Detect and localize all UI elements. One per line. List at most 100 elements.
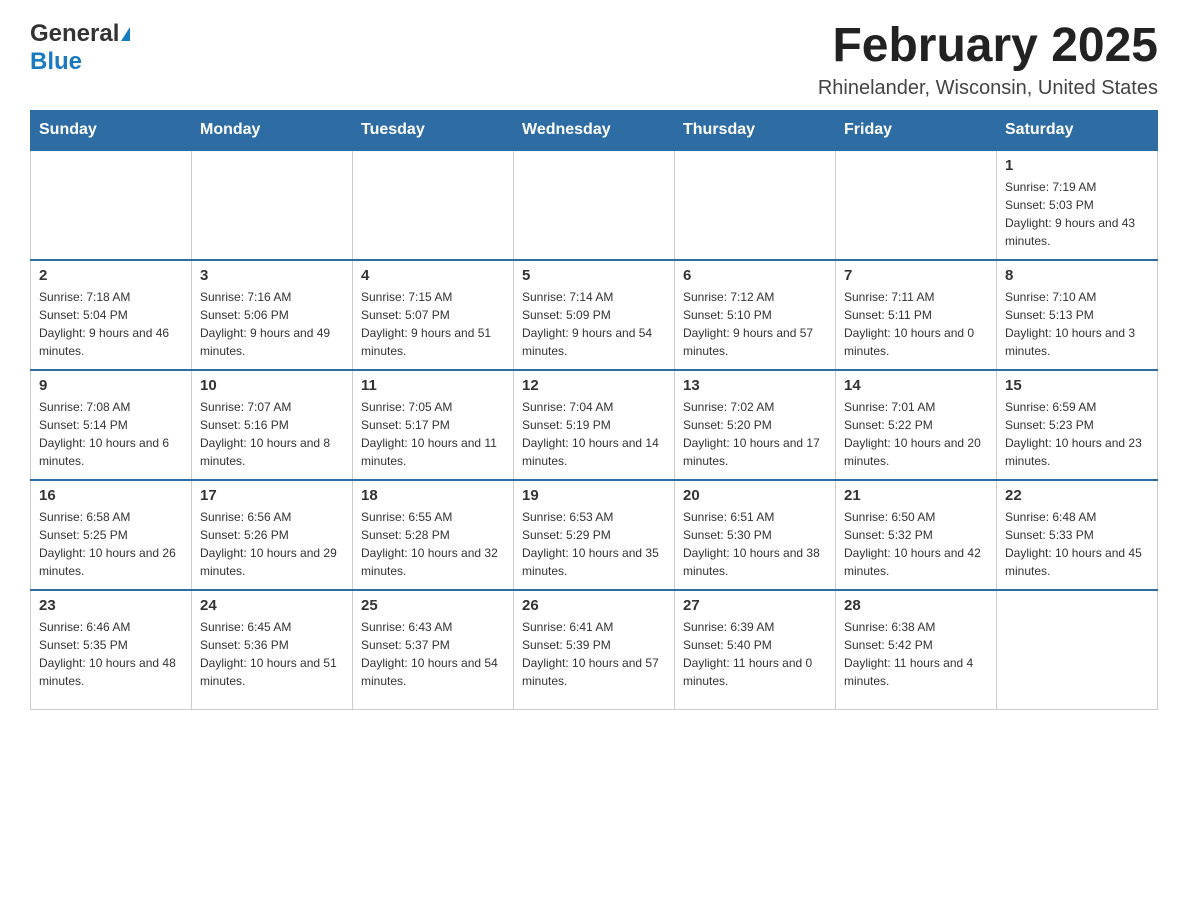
day-info: Sunrise: 6:51 AM Sunset: 5:30 PM Dayligh… [683, 508, 827, 580]
day-info: Sunrise: 6:38 AM Sunset: 5:42 PM Dayligh… [844, 618, 988, 690]
day-info: Sunrise: 7:19 AM Sunset: 5:03 PM Dayligh… [1005, 178, 1149, 250]
calendar-cell: 7Sunrise: 7:11 AM Sunset: 5:11 PM Daylig… [836, 260, 997, 370]
day-info: Sunrise: 6:48 AM Sunset: 5:33 PM Dayligh… [1005, 508, 1149, 580]
calendar-cell: 11 Sunrise: 7:05 AM Sunset: 5:17 PM Dayli… [353, 370, 514, 480]
day-number: 16 [39, 487, 183, 504]
day-info: Sunrise: 6:45 AM Sunset: 5:36 PM Dayligh… [200, 618, 344, 690]
week-row-4: 16 Sunrise: 6:58 AM Sunset: 5:25 PM Dayli… [31, 480, 1158, 590]
calendar-header-row: SundayMondayTuesdayWednesdayThursdayFrid… [31, 110, 1158, 150]
day-info: Sunrise: 7:16 AM Sunset: 5:06 PM Dayligh… [200, 288, 344, 360]
day-number: 21 [844, 487, 988, 504]
logo-triangle-icon [121, 27, 130, 41]
calendar-cell: 25 Sunrise: 6:43 AM Sunset: 5:37 PM Dayli… [353, 590, 514, 710]
page-header: General Blue February 2025 Rhinelander, … [30, 20, 1158, 100]
week-row-1: 1 Sunrise: 7:19 AM Sunset: 5:03 PM Daylig… [31, 150, 1158, 260]
calendar-title: February 2025 [818, 20, 1158, 73]
day-info: Sunrise: 6:59 AM Sunset: 5:23 PM Dayligh… [1005, 398, 1149, 470]
day-info: Sunrise: 7:02 AM Sunset: 5:20 PM Dayligh… [683, 398, 827, 470]
day-number: 24 [200, 597, 344, 614]
calendar-cell [192, 150, 353, 260]
week-row-3: 9 Sunrise: 7:08 AM Sunset: 5:14 PM Daylig… [31, 370, 1158, 480]
day-info: Sunrise: 7:08 AM Sunset: 5:14 PM Dayligh… [39, 398, 183, 470]
day-info: Sunrise: 7:05 AM Sunset: 5:17 PM Dayligh… [361, 398, 505, 470]
calendar-cell: 16 Sunrise: 6:58 AM Sunset: 5:25 PM Dayli… [31, 480, 192, 590]
day-number: 14 [844, 377, 988, 394]
col-header-wednesday: Wednesday [514, 110, 675, 150]
calendar-cell: 18Sunrise: 6:55 AM Sunset: 5:28 PM Dayli… [353, 480, 514, 590]
day-info: Sunrise: 7:10 AM Sunset: 5:13 PM Dayligh… [1005, 288, 1149, 360]
calendar-cell: 3Sunrise: 7:16 AM Sunset: 5:06 PM Daylig… [192, 260, 353, 370]
calendar-cell: 20Sunrise: 6:51 AM Sunset: 5:30 PM Dayli… [675, 480, 836, 590]
day-info: Sunrise: 7:15 AM Sunset: 5:07 PM Dayligh… [361, 288, 505, 360]
calendar-cell: 19 Sunrise: 6:53 AM Sunset: 5:29 PM Dayli… [514, 480, 675, 590]
calendar-cell: 27Sunrise: 6:39 AM Sunset: 5:40 PM Dayli… [675, 590, 836, 710]
week-row-2: 2 Sunrise: 7:18 AM Sunset: 5:04 PM Daylig… [31, 260, 1158, 370]
calendar-cell: 24 Sunrise: 6:45 AM Sunset: 5:36 PM Dayli… [192, 590, 353, 710]
day-info: Sunrise: 7:12 AM Sunset: 5:10 PM Dayligh… [683, 288, 827, 360]
calendar-cell [353, 150, 514, 260]
day-number: 2 [39, 267, 183, 284]
day-number: 10 [200, 377, 344, 394]
day-number: 23 [39, 597, 183, 614]
col-header-monday: Monday [192, 110, 353, 150]
day-number: 1 [1005, 157, 1149, 174]
col-header-tuesday: Tuesday [353, 110, 514, 150]
logo-blue: Blue [30, 48, 82, 75]
day-number: 19 [522, 487, 666, 504]
col-header-friday: Friday [836, 110, 997, 150]
calendar-table: SundayMondayTuesdayWednesdayThursdayFrid… [30, 110, 1158, 711]
logo: General Blue [30, 20, 131, 76]
calendar-cell [997, 590, 1158, 710]
col-header-saturday: Saturday [997, 110, 1158, 150]
day-number: 7 [844, 267, 988, 284]
calendar-cell [675, 150, 836, 260]
calendar-cell: 26 Sunrise: 6:41 AM Sunset: 5:39 PM Dayli… [514, 590, 675, 710]
logo-general: General [30, 20, 119, 48]
day-number: 13 [683, 377, 827, 394]
day-info: Sunrise: 6:55 AM Sunset: 5:28 PM Dayligh… [361, 508, 505, 580]
title-block: February 2025 Rhinelander, Wisconsin, Un… [818, 20, 1158, 100]
calendar-cell: 15 Sunrise: 6:59 AM Sunset: 5:23 PM Dayli… [997, 370, 1158, 480]
week-row-5: 23Sunrise: 6:46 AM Sunset: 5:35 PM Dayli… [31, 590, 1158, 710]
calendar-cell: 28 Sunrise: 6:38 AM Sunset: 5:42 PM Dayli… [836, 590, 997, 710]
calendar-cell: 5 Sunrise: 7:14 AM Sunset: 5:09 PM Daylig… [514, 260, 675, 370]
day-number: 17 [200, 487, 344, 504]
day-number: 4 [361, 267, 505, 284]
day-info: Sunrise: 7:14 AM Sunset: 5:09 PM Dayligh… [522, 288, 666, 360]
day-number: 9 [39, 377, 183, 394]
day-number: 11 [361, 377, 505, 394]
day-info: Sunrise: 6:50 AM Sunset: 5:32 PM Dayligh… [844, 508, 988, 580]
calendar-cell: 10 Sunrise: 7:07 AM Sunset: 5:16 PM Dayli… [192, 370, 353, 480]
day-info: Sunrise: 6:58 AM Sunset: 5:25 PM Dayligh… [39, 508, 183, 580]
calendar-cell: 8Sunrise: 7:10 AM Sunset: 5:13 PM Daylig… [997, 260, 1158, 370]
calendar-cell: 22Sunrise: 6:48 AM Sunset: 5:33 PM Dayli… [997, 480, 1158, 590]
calendar-cell: 17Sunrise: 6:56 AM Sunset: 5:26 PM Dayli… [192, 480, 353, 590]
calendar-cell: 9 Sunrise: 7:08 AM Sunset: 5:14 PM Daylig… [31, 370, 192, 480]
calendar-cell: 6Sunrise: 7:12 AM Sunset: 5:10 PM Daylig… [675, 260, 836, 370]
day-number: 26 [522, 597, 666, 614]
day-info: Sunrise: 6:43 AM Sunset: 5:37 PM Dayligh… [361, 618, 505, 690]
calendar-subtitle: Rhinelander, Wisconsin, United States [818, 77, 1158, 100]
col-header-thursday: Thursday [675, 110, 836, 150]
calendar-cell: 13 Sunrise: 7:02 AM Sunset: 5:20 PM Dayli… [675, 370, 836, 480]
day-info: Sunrise: 7:18 AM Sunset: 5:04 PM Dayligh… [39, 288, 183, 360]
calendar-cell [836, 150, 997, 260]
day-info: Sunrise: 7:07 AM Sunset: 5:16 PM Dayligh… [200, 398, 344, 470]
day-info: Sunrise: 7:01 AM Sunset: 5:22 PM Dayligh… [844, 398, 988, 470]
col-header-sunday: Sunday [31, 110, 192, 150]
calendar-cell [31, 150, 192, 260]
calendar-cell: 1 Sunrise: 7:19 AM Sunset: 5:03 PM Daylig… [997, 150, 1158, 260]
calendar-cell: 4 Sunrise: 7:15 AM Sunset: 5:07 PM Daylig… [353, 260, 514, 370]
day-number: 15 [1005, 377, 1149, 394]
day-info: Sunrise: 6:41 AM Sunset: 5:39 PM Dayligh… [522, 618, 666, 690]
day-number: 5 [522, 267, 666, 284]
day-info: Sunrise: 6:53 AM Sunset: 5:29 PM Dayligh… [522, 508, 666, 580]
day-number: 25 [361, 597, 505, 614]
calendar-cell: 23Sunrise: 6:46 AM Sunset: 5:35 PM Dayli… [31, 590, 192, 710]
calendar-cell: 14 Sunrise: 7:01 AM Sunset: 5:22 PM Dayli… [836, 370, 997, 480]
day-number: 28 [844, 597, 988, 614]
day-info: Sunrise: 7:04 AM Sunset: 5:19 PM Dayligh… [522, 398, 666, 470]
day-number: 27 [683, 597, 827, 614]
calendar-cell: 12Sunrise: 7:04 AM Sunset: 5:19 PM Dayli… [514, 370, 675, 480]
calendar-cell: 21 Sunrise: 6:50 AM Sunset: 5:32 PM Dayli… [836, 480, 997, 590]
